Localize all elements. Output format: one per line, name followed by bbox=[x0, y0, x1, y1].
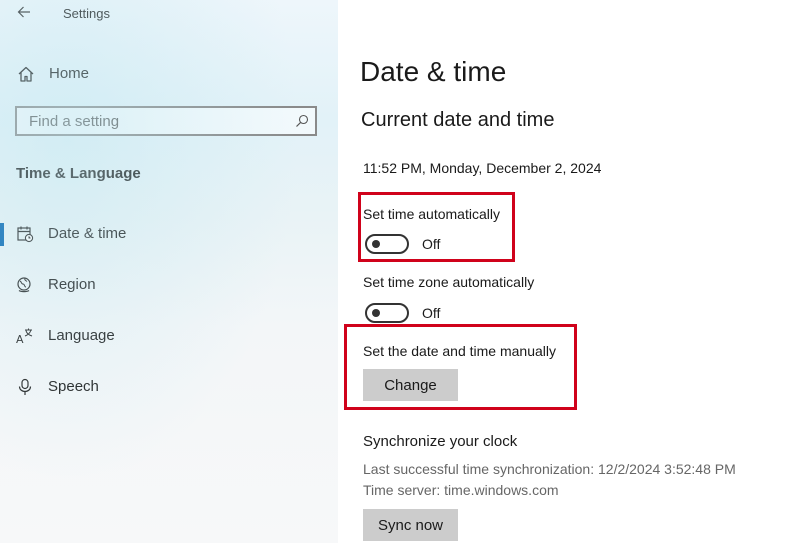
toggle-knob bbox=[372, 309, 380, 317]
set-manually-label: Set the date and time manually bbox=[363, 343, 557, 359]
section-title: Current date and time bbox=[361, 109, 555, 131]
set-timezone-auto-toggle[interactable] bbox=[365, 303, 409, 323]
svg-text:A: A bbox=[16, 333, 24, 345]
globe-icon bbox=[17, 277, 31, 293]
sidebar-item-language[interactable]: A Language bbox=[0, 318, 338, 354]
current-datetime: 11:52 PM, Monday, December 2, 2024 bbox=[363, 160, 602, 176]
back-arrow-icon bbox=[17, 6, 30, 18]
sidebar-item-region[interactable]: Region bbox=[0, 267, 338, 303]
selection-indicator bbox=[0, 223, 4, 246]
back-button[interactable] bbox=[14, 2, 34, 22]
sidebar-item-speech[interactable]: Speech bbox=[0, 369, 338, 405]
sync-now-button[interactable]: Sync now bbox=[363, 509, 458, 541]
set-timezone-auto-label: Set time zone automatically bbox=[363, 274, 535, 290]
time-server-text: Time server: time.windows.com bbox=[363, 482, 559, 498]
page-title: Date & time bbox=[360, 56, 507, 87]
main-content: Date & time Current date and time 11:52 … bbox=[338, 0, 800, 543]
language-icon: A bbox=[16, 328, 33, 345]
set-timezone-auto-state: Off bbox=[422, 305, 441, 321]
sidebar: Settings Home Time & Language Date & tim… bbox=[0, 0, 338, 543]
sidebar-section-title: Time & Language bbox=[16, 165, 141, 182]
nav-home-label: Home bbox=[49, 65, 90, 82]
sidebar-item-label: Speech bbox=[48, 378, 99, 395]
change-button[interactable]: Change bbox=[363, 369, 458, 401]
sidebar-item-label: Date & time bbox=[48, 225, 127, 242]
app-title: Settings bbox=[63, 6, 110, 21]
sync-title: Synchronize your clock bbox=[363, 433, 518, 450]
microphone-icon bbox=[18, 378, 32, 395]
set-time-auto-state: Off bbox=[422, 236, 441, 252]
set-time-auto-label: Set time automatically bbox=[363, 206, 500, 222]
search-icon[interactable] bbox=[295, 114, 309, 128]
home-icon bbox=[18, 66, 34, 82]
search-box[interactable] bbox=[15, 106, 317, 136]
title-bar: Settings bbox=[0, 0, 338, 28]
nav-home[interactable]: Home bbox=[0, 58, 338, 88]
sidebar-item-label: Region bbox=[48, 276, 96, 293]
search-input[interactable] bbox=[17, 108, 287, 134]
sidebar-item-date-time[interactable]: Date & time bbox=[0, 216, 338, 252]
calendar-clock-icon bbox=[17, 226, 34, 243]
last-sync-text: Last successful time synchronization: 12… bbox=[363, 461, 736, 477]
sidebar-item-label: Language bbox=[48, 327, 115, 344]
toggle-knob bbox=[372, 240, 380, 248]
set-time-auto-toggle[interactable] bbox=[365, 234, 409, 254]
